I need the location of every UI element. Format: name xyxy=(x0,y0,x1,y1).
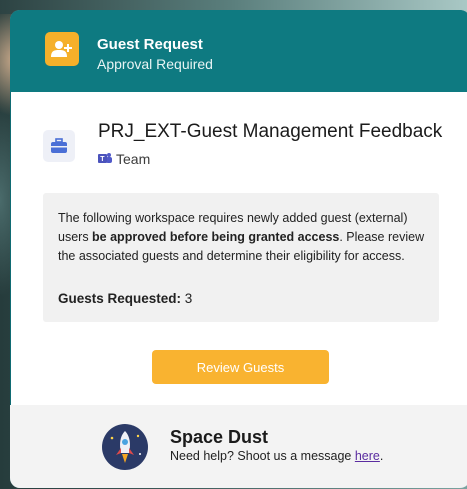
help-text: Need help? Shoot us a message here. xyxy=(170,449,383,463)
review-guests-button[interactable]: Review Guests xyxy=(152,350,329,384)
guests-label: Guests Requested: xyxy=(58,291,182,306)
card-footer: Space Dust Need help? Shoot us a message… xyxy=(10,405,467,488)
help-link[interactable]: here xyxy=(355,449,380,463)
svg-text:T: T xyxy=(100,156,105,163)
guests-count: 3 xyxy=(184,291,193,306)
workspace-title: PRJ_EXT-Guest Management Feedback xyxy=(98,121,443,142)
help-text-label: Need help? Shoot us a message xyxy=(170,449,355,463)
guests-requested: Guests Requested: 3 xyxy=(58,291,192,306)
workspace-type: T Team xyxy=(98,151,150,167)
add-person-icon xyxy=(45,32,79,66)
rocket-logo xyxy=(102,424,148,470)
workspace-type-label: Team xyxy=(116,151,151,167)
card-header: Guest Request Approval Required xyxy=(10,10,467,92)
header-subtitle: Approval Required xyxy=(97,56,213,72)
help-text-end: . xyxy=(379,449,384,463)
approval-card: Guest Request Approval Required PRJ_EXT-… xyxy=(10,10,467,488)
info-text-emphasis: be approved before being granted access xyxy=(92,230,340,244)
info-text: The following workspace requires newly a… xyxy=(58,209,430,266)
briefcase-icon xyxy=(43,130,75,162)
header-title: Guest Request xyxy=(97,36,203,53)
info-box: The following workspace requires newly a… xyxy=(43,193,439,322)
brand-name: Space Dust xyxy=(170,427,269,447)
teams-icon: T xyxy=(98,151,112,167)
